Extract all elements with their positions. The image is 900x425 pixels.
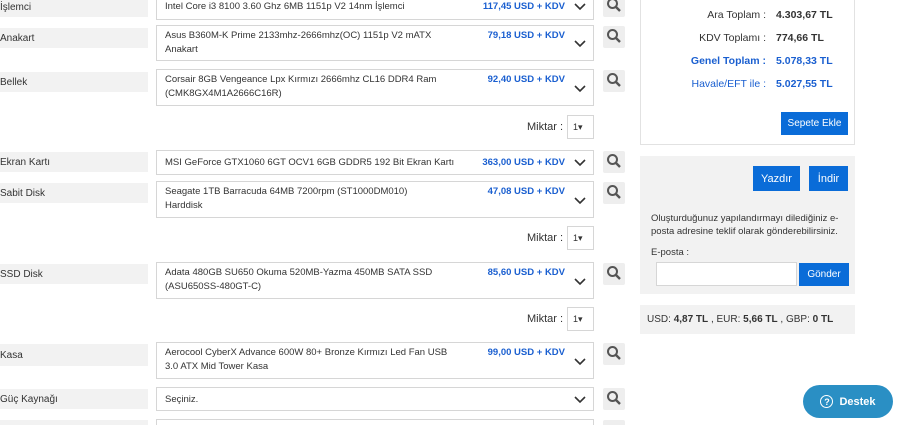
- chevron-down-icon: [574, 358, 586, 366]
- usd-label: USD:: [647, 314, 671, 325]
- add-to-cart-button[interactable]: Sepete Ekle: [781, 112, 848, 135]
- select-bellek-product: Corsair 8GB Vengeance Lpx Kırmızı 2666mh…: [165, 74, 437, 99]
- email-field[interactable]: [656, 262, 797, 286]
- select-kasa[interactable]: Aerocool CyberX Advance 600W 80+ Bronze …: [156, 342, 594, 379]
- quantity-select[interactable]: 1▾: [567, 226, 594, 250]
- quantity-select[interactable]: 1▾: [567, 307, 594, 331]
- select-guc-kaynagi[interactable]: Seçiniz.: [156, 387, 594, 411]
- gbp-rate: 0 TL: [812, 314, 834, 325]
- search-icon: [607, 73, 621, 87]
- download-button[interactable]: İndir: [809, 166, 848, 191]
- quantity-label: Miktar :: [527, 313, 564, 325]
- chevron-down-icon: [574, 159, 586, 167]
- subtotal-value: 4.303,67 TL: [776, 9, 833, 21]
- select-islemci[interactable]: Intel Core i3 8100 3.60 Ghz 6MB 1151p V2…: [156, 0, 594, 20]
- quantity-label: Miktar :: [527, 232, 564, 244]
- order-summary: Ara Toplam : 4.303,67 TL KDV Toplamı : 7…: [640, 0, 855, 145]
- search-islemci-button[interactable]: [603, 0, 625, 17]
- search-sabit-disk-button[interactable]: [603, 182, 625, 204]
- support-label: Destek: [839, 395, 876, 408]
- search-icon: [607, 0, 621, 12]
- eur-label: , EUR:: [710, 314, 741, 325]
- label-anakart: Anakart: [0, 28, 148, 48]
- tax-value: 774,66 TL: [776, 32, 824, 44]
- subtotal-label: Ara Toplam :: [707, 9, 766, 21]
- label-guc-kaynagi: Güç Kaynağı: [0, 389, 148, 409]
- tax-label: KDV Toplamı :: [699, 32, 766, 44]
- search-ekran-karti-button[interactable]: [603, 151, 625, 173]
- search-ssd-disk-button[interactable]: [603, 263, 625, 285]
- select-ssd-disk[interactable]: Adata 480GB SU650 Okuma 520MB-Yazma 450M…: [156, 262, 594, 299]
- label-sabit-disk: Sabit Disk: [0, 183, 148, 203]
- label-islemci: İşlemci: [0, 0, 148, 17]
- select-kasa-price: 99,00 USD + KDV: [487, 347, 565, 358]
- share-panel: Yazdır İndir Oluşturduğunuz yapılandırma…: [640, 156, 855, 294]
- select-ekran-karti-price: 363,00 USD + KDV: [482, 157, 565, 168]
- select-sabit-disk-price: 47,08 USD + KDV: [487, 186, 565, 197]
- search-anakart-button[interactable]: [603, 26, 625, 48]
- select-bellek-price: 92,40 USD + KDV: [487, 74, 565, 85]
- chevron-down-icon: [574, 85, 586, 93]
- gbp-label: , GBP:: [780, 314, 810, 325]
- select-sabit-disk-product: Seagate 1TB Barracuda 64MB 7200rpm (ST10…: [165, 186, 408, 211]
- select-ssd-disk-product: Adata 480GB SU650 Okuma 520MB-Yazma 450M…: [165, 267, 433, 292]
- eur-rate: 5,66 TL: [743, 314, 778, 325]
- help-icon: ?: [820, 395, 834, 408]
- transfer-value: 5.027,55 TL: [776, 78, 833, 90]
- select-sabit-disk[interactable]: Seagate 1TB Barracuda 64MB 7200rpm (ST10…: [156, 181, 594, 218]
- search-bellek-button[interactable]: [603, 70, 625, 92]
- label-bellek: Bellek: [0, 72, 148, 92]
- email-label: E-posta :: [651, 247, 690, 258]
- quantity-select[interactable]: 1▾: [567, 115, 594, 139]
- select-anakart-product: Asus B360M-K Prime 2133mhz-2666mhz(OC) 1…: [165, 30, 432, 55]
- usd-rate: 4,87 TL: [673, 314, 709, 325]
- chevron-down-icon: [574, 278, 586, 286]
- label-ssd-disk: SSD Disk: [0, 264, 148, 284]
- select-bellek[interactable]: Corsair 8GB Vengeance Lpx Kırmızı 2666mh…: [156, 69, 594, 106]
- select-anakart-price: 79,18 USD + KDV: [487, 30, 565, 41]
- transfer-label: Havale/EFT ile :: [691, 78, 767, 90]
- total-value: 5.078,33 TL: [776, 55, 833, 67]
- select-islemci-product: Intel Core i3 8100 3.60 Ghz 6MB 1151p V2…: [165, 1, 405, 12]
- search-next-row-button[interactable]: [603, 420, 625, 425]
- search-icon: [607, 185, 621, 199]
- search-icon: [607, 266, 621, 280]
- search-guc-kaynagi-button[interactable]: [603, 388, 625, 410]
- support-button[interactable]: ? Destek: [803, 385, 893, 418]
- exchange-rates: USD: 4,87 TL , EUR: 5,66 TL , GBP: 0 TL: [640, 305, 855, 334]
- select-kasa-product: Aerocool CyberX Advance 600W 80+ Bronze …: [165, 347, 448, 372]
- chevron-down-icon: [574, 197, 586, 205]
- chevron-down-icon: [574, 396, 586, 404]
- total-label: Genel Toplam :: [690, 55, 766, 67]
- label-ekran-karti: Ekran Kartı: [0, 152, 148, 172]
- chevron-down-icon: [574, 3, 586, 11]
- select-ekran-karti-product: MSI GeForce GTX1060 6GT OCV1 6GB GDDR5 1…: [165, 157, 455, 168]
- search-icon: [607, 154, 621, 168]
- search-icon: [607, 29, 621, 43]
- quantity-label: Miktar :: [527, 121, 564, 133]
- chevron-down-icon: [574, 40, 586, 48]
- label-next-row: [0, 420, 148, 425]
- select-islemci-price: 117,45 USD + KDV: [482, 1, 565, 12]
- select-next-row[interactable]: [156, 419, 594, 425]
- select-ekran-karti[interactable]: MSI GeForce GTX1060 6GT OCV1 6GB GDDR5 1…: [156, 150, 594, 175]
- search-icon: [607, 391, 621, 405]
- search-icon: [607, 346, 621, 360]
- email-note: Oluşturduğunuz yapılandırmayı dilediğini…: [651, 213, 839, 237]
- select-anakart[interactable]: Asus B360M-K Prime 2133mhz-2666mhz(OC) 1…: [156, 25, 594, 61]
- select-guc-kaynagi-product: Seçiniz.: [165, 394, 199, 405]
- print-button[interactable]: Yazdır: [753, 166, 800, 191]
- label-kasa: Kasa: [0, 344, 148, 366]
- select-ssd-disk-price: 85,60 USD + KDV: [487, 267, 565, 278]
- search-kasa-button[interactable]: [603, 343, 625, 365]
- send-button[interactable]: Gönder: [799, 263, 849, 286]
